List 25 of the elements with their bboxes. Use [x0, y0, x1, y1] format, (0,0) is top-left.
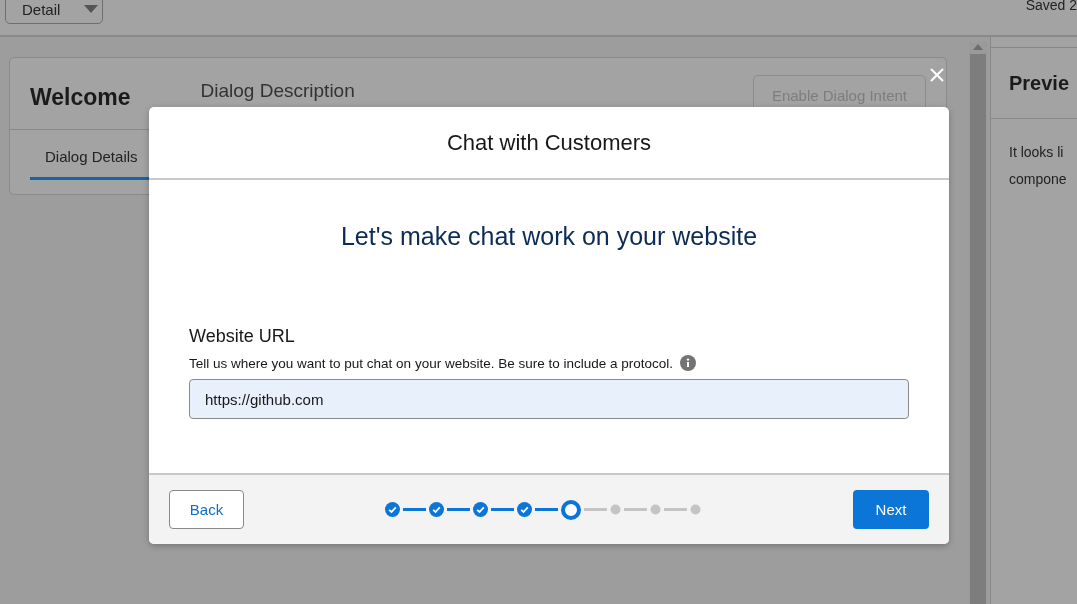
- back-button[interactable]: Back: [169, 490, 244, 529]
- upcoming-step-icon: [609, 504, 621, 515]
- preview-text: It looks li: [1009, 143, 1065, 162]
- url-input-field[interactable]: https://github.com: [189, 379, 909, 419]
- help-text: Tell us where you want to put chat on your website. Be sure to include a protocol.: [189, 355, 674, 371]
- view-dropdown[interactable]: Detail: [5, 0, 103, 24]
- caret-icon: [84, 5, 99, 13]
- completed-step-icon: [384, 502, 400, 517]
- preview-text: compone: [1009, 170, 1068, 189]
- info-icon[interactable]: [680, 355, 697, 371]
- upcoming-step-icon: [649, 504, 661, 515]
- save-status: Saved 2: [1025, 0, 1077, 13]
- completed-step-icon: [472, 502, 488, 517]
- field-label: Website URL: [189, 326, 295, 346]
- dialog-title: Welcome: [30, 84, 131, 111]
- modal-title: Chat with Customers: [446, 129, 652, 156]
- upcoming-step-icon: [689, 504, 701, 515]
- scrollbar[interactable]: [969, 42, 987, 604]
- field-label: Dialog Description: [200, 80, 356, 102]
- completed-step-icon: [428, 502, 444, 517]
- completed-step-icon: [516, 502, 532, 517]
- panel-title: Previe: [1009, 71, 1070, 95]
- modal-heading: Let's make chat work on your website: [340, 222, 758, 250]
- current-step-icon: [560, 499, 581, 520]
- next-button[interactable]: Next: [853, 490, 929, 529]
